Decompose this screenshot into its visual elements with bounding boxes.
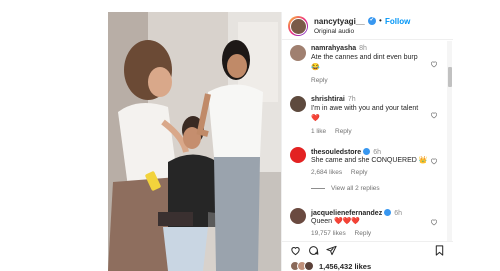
comments-list[interactable]: namrahyasha 8h Ate the cannes and dint ev… [282, 41, 448, 241]
heart-icon[interactable] [430, 218, 438, 226]
comment-emoji: 😂 [311, 64, 320, 71]
commenter-username[interactable]: jacquelienefernandez 6h [311, 208, 402, 217]
comment-text: Queen ❤️❤️❤️ [311, 218, 361, 225]
heart-icon[interactable] [290, 245, 301, 256]
verified-icon [368, 16, 376, 25]
commenter-avatar[interactable] [290, 45, 306, 61]
scrollbar-thumb[interactable] [447, 67, 452, 87]
reel-video[interactable] [108, 12, 281, 271]
commenter-username[interactable]: namrahyasha 8h [311, 45, 367, 52]
verified-icon [384, 209, 392, 216]
comment-meta: Reply [311, 77, 335, 84]
comment-emoji: ❤️❤️❤️ [333, 218, 361, 225]
heart-icon[interactable] [430, 157, 438, 165]
separator-dot: • [379, 16, 382, 25]
heart-icon[interactable] [430, 111, 438, 119]
author-avatar[interactable] [288, 16, 308, 36]
comment-likes[interactable]: 1 like [311, 128, 326, 135]
liker-avatar [304, 261, 314, 271]
view-replies-button[interactable]: View all 2 replies [311, 185, 380, 192]
bookmark-icon[interactable] [434, 245, 445, 256]
commenter-username[interactable]: thesouledstore 6h [311, 147, 381, 156]
comment-meta: 19,757 likes Reply [311, 230, 378, 237]
reply-button[interactable]: Reply [355, 230, 372, 237]
share-icon[interactable] [326, 245, 337, 256]
heart-icon[interactable] [430, 60, 438, 68]
post-actions: 1,456,432 likes [282, 241, 453, 271]
verified-icon [363, 148, 371, 155]
reply-button[interactable]: Reply [351, 169, 368, 176]
post-header: nancytyagi__ • Follow Original audio [282, 12, 453, 40]
audio-label[interactable]: Original audio [314, 28, 354, 35]
comment-time: 6h [373, 149, 381, 156]
comment-meta: 1 like Reply [311, 128, 359, 135]
reply-button[interactable]: Reply [311, 77, 328, 84]
comment-time: 8h [359, 45, 367, 52]
instagram-reel-page: nancytyagi__ • Follow Original audio nam… [0, 0, 500, 271]
comment-emoji: 👑 [418, 157, 428, 164]
comment-text: I'm in awe with you and your talent [311, 105, 419, 112]
reel-video-frame [108, 12, 281, 271]
reply-button[interactable]: Reply [335, 128, 352, 135]
comment-text: She came and she CONQUERED 👑 [311, 157, 428, 164]
likes-count[interactable]: 1,456,432 likes [319, 262, 371, 271]
post-side-panel: nancytyagi__ • Follow Original audio nam… [281, 12, 453, 271]
comment-likes[interactable]: 2,684 likes [311, 169, 342, 176]
commenter-avatar[interactable] [290, 208, 306, 224]
comment-icon[interactable] [308, 245, 319, 256]
commenter-avatar[interactable] [290, 96, 306, 112]
commenter-username[interactable]: shrishtirai 7h [311, 96, 356, 103]
author-username[interactable]: nancytyagi__ [314, 17, 365, 26]
comment-time: 7h [347, 96, 356, 103]
commenter-avatar[interactable] [290, 147, 306, 163]
comments-scrollbar[interactable] [447, 41, 452, 241]
comment-meta: 2,684 likes Reply [311, 169, 375, 176]
follow-button[interactable]: Follow [385, 17, 410, 26]
comment-text: Ate the cannes and dint even burp [311, 54, 418, 61]
comment-emoji: ❤️ [311, 115, 320, 122]
comment-time: 6h [394, 210, 402, 217]
comment-likes[interactable]: 19,757 likes [311, 230, 346, 237]
